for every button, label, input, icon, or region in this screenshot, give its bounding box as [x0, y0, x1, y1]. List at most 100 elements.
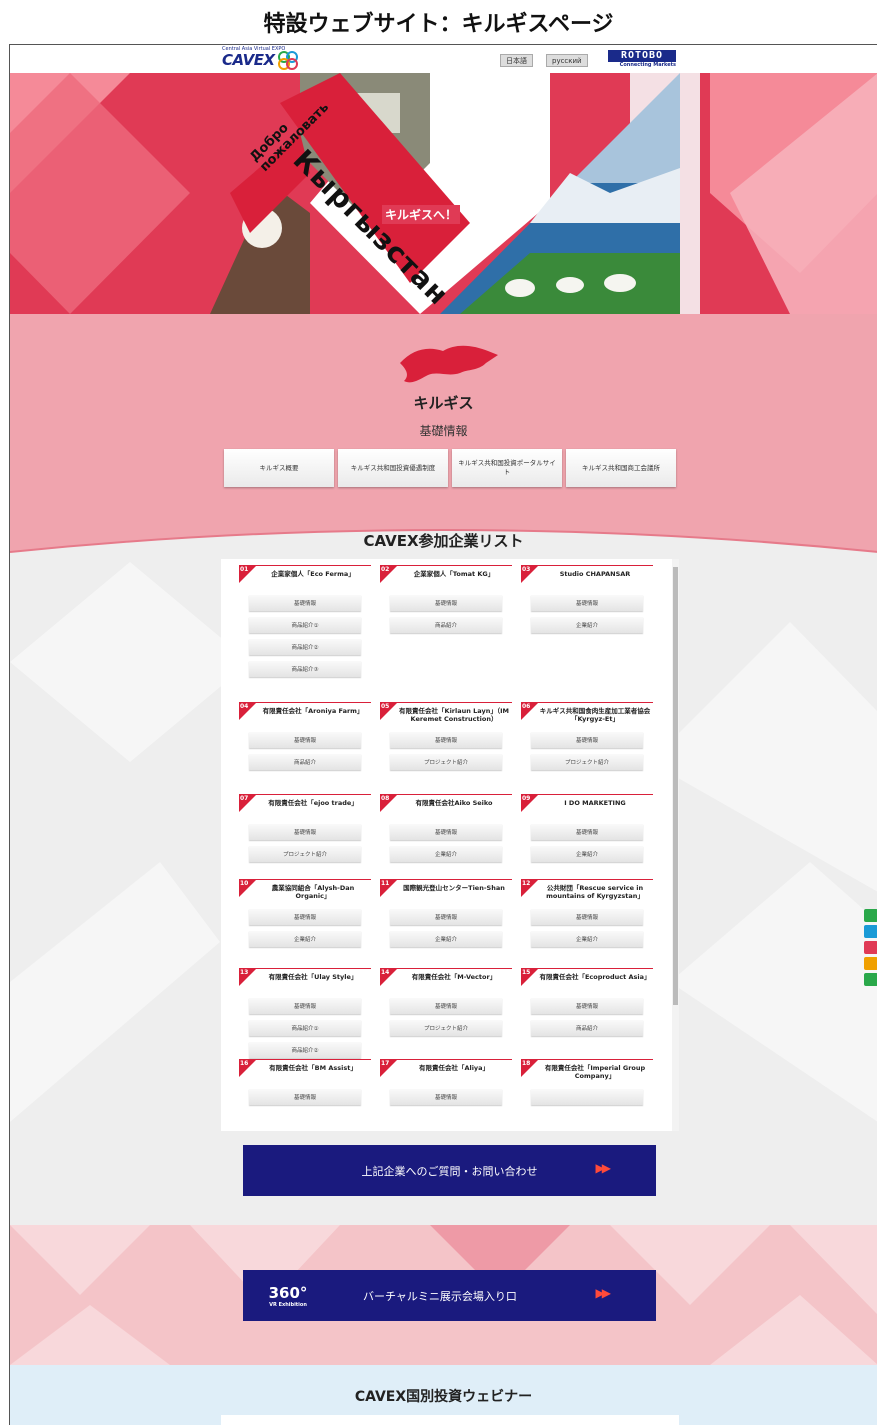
company-info-button[interactable]: 商品紹介③ [249, 661, 361, 677]
investment-portal-button[interactable]: キルギス共和国投資ポータルサイト [452, 449, 562, 487]
company-info-button[interactable]: 基礎情報 [390, 824, 502, 840]
vr-360-logo: 360° VR Exhibition [243, 1284, 333, 1308]
company-list-scrollbar[interactable] [672, 559, 679, 1131]
company-info-button[interactable]: 基礎情報 [249, 998, 361, 1014]
company-name: 公共財団「Rescue service in mountains of Kyrg… [546, 884, 644, 900]
company-card: 01 企業家個人「Eco Ferma」 基礎情報 商品紹介① 商品紹介② 商品紹介③ [239, 565, 371, 677]
company-name: 有限責任会社Aiko Seiko [415, 799, 493, 807]
company-card: 17 有限責任会社「Aliya」基礎情報 [380, 1059, 512, 1105]
company-card: 02 企業家個人「Tomat KG」基礎情報商品紹介 [380, 565, 512, 633]
company-header: 16 有限責任会社「BM Assist」 [239, 1059, 371, 1083]
company-info-button[interactable]: 基礎情報 [249, 732, 361, 748]
company-name: 有限責任会社「Aroniya Farm」 [262, 707, 364, 715]
company-card: 10 農業協同組合「Alysh-Dan Organic」 基礎情報 企業紹介 [239, 879, 371, 947]
company-info-button[interactable]: 企業紹介 [249, 931, 361, 947]
company-header: 09 I DO MARKETING [521, 794, 653, 818]
company-list-title: CAVEX参加企業リスト [363, 532, 524, 550]
company-info-button[interactable]: プロジェクト紹介 [390, 754, 502, 770]
hero-banner: Добро пожаловать Кыргызстан キルギスへ！ [10, 73, 877, 314]
lang-russian-button[interactable]: русский [546, 54, 588, 67]
company-card: 06 キルギス共和国食肉生産加工業者協会「Kyrgyz-Et」 基礎情報 プロジェクト… [521, 702, 653, 770]
company-info-button[interactable]: 企業紹介 [390, 846, 502, 862]
company-info-button[interactable]: 企業紹介 [531, 846, 643, 862]
company-info-button[interactable]: 基礎情報 [531, 595, 643, 611]
company-info-button[interactable]: 商品紹介 [249, 754, 361, 770]
company-card: 08 有限責任会社Aiko Seiko 基礎情報企業紹介 [380, 794, 512, 862]
vr-logo-number: 360° [268, 1283, 308, 1302]
social-share-icon[interactable] [864, 957, 877, 970]
company-number: 16 [240, 1060, 249, 1067]
company-info-button[interactable]: 企業紹介 [531, 931, 643, 947]
logo-subtitle: Central Asia Virtual EXPO [222, 46, 286, 52]
investment-incentives-button[interactable]: キルギス共和国投資優遇制度 [338, 449, 448, 487]
company-info-button[interactable]: 基礎情報 [390, 998, 502, 1014]
company-header: 15 有限責任会社「Ecoproduct Asia」 [521, 968, 653, 992]
company-header: 04 有限責任会社「Aroniya Farm」 [239, 702, 371, 726]
company-info-button[interactable]: 基礎情報 [390, 732, 502, 748]
side-share-icons [864, 909, 877, 989]
company-card: 12 公共財団「Rescue service in mountains of Ky… [521, 879, 653, 947]
company-card: 14 有限責任会社「M-Vector」 基礎情報 プロジェクト紹介 [380, 968, 512, 1036]
company-info-button[interactable]: 商品紹介① [249, 617, 361, 633]
company-card: 09 I DO MARKETING 基礎情報企業紹介 [521, 794, 653, 862]
company-header: 17 有限責任会社「Aliya」 [380, 1059, 512, 1083]
company-info-button[interactable]: プロジェクト紹介 [531, 754, 643, 770]
company-info-button[interactable]: 基礎情報 [531, 998, 643, 1014]
company-info-button[interactable]: 企業紹介 [390, 931, 502, 947]
company-name: 国際観光登山センターTien-Shan [403, 884, 505, 892]
vr-exhibition-button[interactable]: 360° VR Exhibition バーチャルミニ展示会場入り口 ▶▶ [243, 1270, 656, 1321]
company-number: 07 [240, 795, 249, 802]
company-header: 12 公共財団「Rescue service in mountains of Ky… [521, 879, 653, 903]
company-info-button[interactable]: 商品紹介② [249, 1042, 361, 1058]
company-name: Studio CHAPANSAR [559, 570, 631, 578]
social-share-icon[interactable] [864, 909, 877, 922]
cavex-logo[interactable]: Central Asia Virtual EXPO CAVEX [222, 46, 299, 70]
company-list[interactable]: 01 企業家個人「Eco Ferma」 基礎情報 商品紹介① 商品紹介② 商品紹介③ 02 企… [221, 559, 679, 1131]
social-share-icon[interactable] [864, 973, 877, 986]
company-info-button[interactable]: 商品紹介 [390, 617, 502, 633]
company-info-button[interactable]: 商品紹介① [249, 1020, 361, 1036]
company-card: 16 有限責任会社「BM Assist」基礎情報 [239, 1059, 371, 1105]
company-number: 18 [522, 1060, 531, 1067]
company-name: 企業家個人「Eco Ferma」 [271, 570, 355, 578]
company-info-button[interactable] [531, 1089, 643, 1105]
contact-button[interactable]: 上記企業へのご質問・お問い合わせ ▶▶ [243, 1145, 656, 1196]
scrollbar-thumb[interactable] [673, 567, 678, 1005]
company-info-button[interactable]: 企業紹介 [531, 617, 643, 633]
vr-logo-caption: VR Exhibition [269, 1301, 307, 1308]
company-info-button[interactable]: 基礎情報 [249, 909, 361, 925]
company-card: 11 国際観光登山センターTien-Shan 基礎情報企業紹介 [380, 879, 512, 947]
kyrgyz-overview-button[interactable]: キルギス概要 [224, 449, 334, 487]
social-share-icon[interactable] [864, 941, 877, 954]
company-info-button[interactable]: プロジェクト紹介 [390, 1020, 502, 1036]
company-header: 08 有限責任会社Aiko Seiko [380, 794, 512, 818]
company-info-button[interactable]: 商品紹介② [249, 639, 361, 655]
company-card: 13 有限責任会社「Ulay Style」 基礎情報 商品紹介① 商品紹介② [239, 968, 371, 1058]
company-info-button[interactable]: 基礎情報 [531, 732, 643, 748]
company-info-button[interactable]: 基礎情報 [249, 824, 361, 840]
company-info-button[interactable]: 基礎情報 [249, 595, 361, 611]
company-info-button[interactable]: 基礎情報 [531, 909, 643, 925]
company-info-button[interactable]: 基礎情報 [390, 1089, 502, 1105]
rotobo-logo[interactable]: ROTOBO Connecting Markets [608, 50, 676, 70]
rotobo-tagline: Connecting Markets [619, 62, 676, 68]
company-card: 04 有限責任会社「Aroniya Farm」基礎情報商品紹介 [239, 702, 371, 770]
lang-japanese-button[interactable]: 日本語 [500, 54, 533, 67]
social-share-icon[interactable] [864, 925, 877, 938]
company-info-button[interactable]: 商品紹介 [531, 1020, 643, 1036]
hero-welcome-japanese: キルギスへ！ [382, 205, 461, 224]
company-info-button[interactable]: 基礎情報 [531, 824, 643, 840]
chamber-of-commerce-button[interactable]: キルギス共和国商工会議所 [566, 449, 676, 487]
webinar-list [221, 1415, 679, 1425]
company-info-button[interactable]: 基礎情報 [249, 1089, 361, 1105]
company-info-button[interactable]: プロジェクト紹介 [249, 846, 361, 862]
company-info-button[interactable]: 基礎情報 [390, 595, 502, 611]
double-arrow-icon: ▶▶ [595, 1161, 612, 1175]
company-name: 有限責任会社「Ulay Style」 [268, 973, 358, 981]
company-name: キルギス共和国食肉生産加工業者協会「Kyrgyz-Et」 [539, 707, 651, 723]
company-header: 02 企業家個人「Tomat KG」 [380, 565, 512, 589]
company-info-button[interactable]: 基礎情報 [390, 909, 502, 925]
company-header: 11 国際観光登山センターTien-Shan [380, 879, 512, 903]
company-name: 有限責任会社「Kirlaun Layn」（IM Keremet Construc… [399, 707, 509, 723]
company-name: 企業家個人「Tomat KG」 [413, 570, 495, 578]
